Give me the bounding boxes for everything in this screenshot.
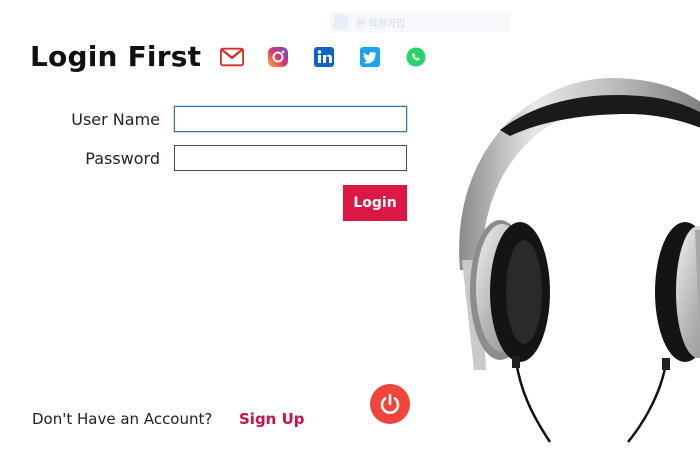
headphones-image — [459, 78, 700, 443]
power-button[interactable] — [370, 384, 410, 424]
password-label: Password — [85, 148, 160, 168]
linkedin-icon[interactable] — [312, 45, 336, 69]
instagram-icon[interactable] — [266, 45, 290, 69]
power-icon — [380, 393, 400, 414]
password-input[interactable] — [174, 145, 407, 171]
login-button[interactable]: Login — [343, 185, 407, 221]
whatsapp-icon[interactable] — [404, 45, 428, 69]
password-row: Password — [40, 145, 407, 171]
signup-link[interactable]: Sign Up — [239, 410, 305, 428]
no-account-text: Don't Have an Account? — [32, 410, 213, 428]
twitter-icon[interactable] — [358, 45, 382, 69]
top-faint-bar: 한 회원가입 — [330, 12, 510, 32]
social-icons — [220, 45, 428, 69]
faint-bar-text: 한 회원가입 — [356, 18, 406, 30]
faint-bar-icon — [334, 15, 348, 29]
username-row: User Name — [40, 106, 407, 132]
page-title: Login First — [30, 40, 202, 73]
gmail-icon[interactable] — [220, 45, 244, 69]
username-label: User Name — [71, 109, 160, 129]
username-input[interactable] — [174, 106, 407, 132]
